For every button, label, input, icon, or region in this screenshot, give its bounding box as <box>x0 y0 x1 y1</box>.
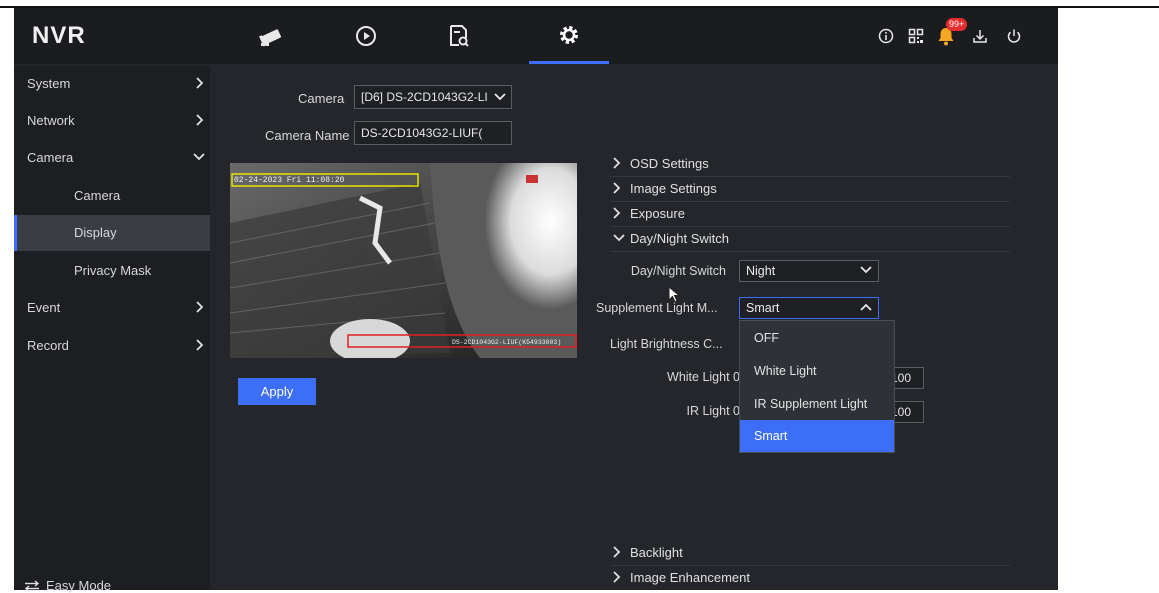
ir-light-label: IR Light 0 <box>634 404 740 418</box>
nvr-logo: NVR <box>32 22 86 49</box>
sidebar-item-label: Camera <box>74 188 121 203</box>
camera-preview: 02-24-2023 Fri 11:08:20 DS-2CD1043G2-LIU… <box>230 163 577 358</box>
camera-icon <box>259 29 282 47</box>
playback-nav[interactable] <box>326 8 406 64</box>
dropdown-option-smart[interactable]: Smart <box>740 420 894 452</box>
section-label: Image Enhancement <box>630 570 750 585</box>
section-osd-settings[interactable]: OSD Settings <box>610 152 1010 177</box>
white-light-label: White Light 0 <box>634 370 740 384</box>
ir-light-text: IR Light <box>686 404 730 418</box>
top-bar: NVR 99+ <box>14 8 1058 64</box>
info-icon <box>878 28 894 44</box>
alarm-button[interactable]: 99+ <box>934 18 968 48</box>
preview-name-overlay: DS-2CD1043G2-LIUF(K54933003) <box>452 339 561 346</box>
download-button[interactable] <box>968 24 992 48</box>
sidebar-item-system[interactable]: System <box>14 66 210 102</box>
supplement-light-mode-label: Supplement Light M... <box>596 301 718 315</box>
chevron-down-icon <box>860 266 872 274</box>
preview-date-overlay: 02-24-2023 Fri 11:08:20 <box>234 176 345 185</box>
chevron-down-icon <box>193 153 205 161</box>
camera-name-field[interactable]: DS-2CD1043G2-LIUF( <box>354 121 512 145</box>
option-label: IR Supplement Light <box>754 397 868 411</box>
sidebar-item-label: Event <box>27 300 61 315</box>
chevron-down-icon <box>613 234 625 242</box>
chevron-up-icon <box>860 303 872 311</box>
option-label: OFF <box>754 331 779 345</box>
apply-button[interactable]: Apply <box>238 378 316 405</box>
info-button[interactable] <box>874 24 898 48</box>
sidebar-item-label: System <box>27 76 71 91</box>
sidebar-item-label: Camera <box>27 150 74 165</box>
sidebar-item-label: Network <box>27 113 75 128</box>
sidebar-subitem-camera[interactable]: Camera <box>14 178 210 214</box>
section-image-settings[interactable]: Image Settings <box>610 177 1010 202</box>
white-light-text: White Light <box>667 370 730 384</box>
camera-name-label: Camera Name <box>265 128 350 143</box>
easy-mode-label: Easy Mode <box>46 578 112 593</box>
section-label: Backlight <box>630 545 683 560</box>
sidebar-item-event[interactable]: Event <box>14 290 210 326</box>
dropdown-option-white-light[interactable]: White Light <box>740 355 894 387</box>
camera-select[interactable]: [D6] DS-2CD1043G2-LI <box>354 85 512 109</box>
sidebar-item-label: Record <box>27 338 69 353</box>
sidebar-subitem-privacy-mask[interactable]: Privacy Mask <box>14 253 210 289</box>
section-exposure[interactable]: Exposure <box>610 202 1010 227</box>
nvr-app-window: NVR 99+ System Network Camera Camera Dis… <box>14 8 1058 593</box>
section-label: Day/Night Switch <box>630 231 729 246</box>
sidebar-item-label: Privacy Mask <box>74 263 152 278</box>
chevron-down-icon <box>494 92 506 102</box>
qr-code-icon <box>908 28 924 44</box>
section-image-enhancement[interactable]: Image Enhancement <box>610 566 1010 590</box>
chevron-right-icon <box>613 207 621 219</box>
day-night-switch-label: Day/Night Switch <box>630 264 726 278</box>
search-file-icon <box>450 25 469 47</box>
select-value: Smart <box>746 301 780 315</box>
day-night-switch-select[interactable]: Night <box>739 260 879 282</box>
easy-mode-button[interactable]: Easy Mode <box>24 578 111 593</box>
chevron-right-icon <box>196 114 204 126</box>
supplement-light-mode-select[interactable]: Smart <box>739 297 879 319</box>
chevron-right-icon <box>613 571 621 583</box>
camera-preview-image: 02-24-2023 Fri 11:08:20 DS-2CD1043G2-LIU… <box>230 163 577 358</box>
light-brightness-control-label: Light Brightness C... <box>610 337 723 351</box>
chevron-right-icon <box>613 182 621 194</box>
mouse-cursor-icon <box>668 286 680 303</box>
option-label: White Light <box>754 364 817 378</box>
section-label: Exposure <box>630 206 685 221</box>
alarm-count-badge: 99+ <box>946 18 968 31</box>
sidebar-item-label: Display <box>74 225 117 240</box>
camera-label: Camera <box>298 91 345 106</box>
dropdown-option-ir-supplement-light[interactable]: IR Supplement Light <box>740 388 894 420</box>
camera-select-value: [D6] DS-2CD1043G2-LI <box>361 90 488 104</box>
settings-nav[interactable] <box>529 8 609 64</box>
chevron-right-icon <box>613 157 621 169</box>
chevron-right-icon <box>196 77 204 89</box>
supplement-light-dropdown: OFF White Light IR Supplement Light Smar… <box>739 320 895 453</box>
camera-name-value: DS-2CD1043G2-LIUF( <box>361 126 483 140</box>
sidebar-subitem-display[interactable]: Display <box>14 215 210 251</box>
chevron-right-icon <box>196 339 204 351</box>
option-label: Smart <box>754 429 788 443</box>
section-label: OSD Settings <box>630 156 709 171</box>
sidebar: System Network Camera Camera Display Pri… <box>14 66 210 593</box>
chevron-right-icon <box>613 546 621 558</box>
settings-icon <box>560 25 578 44</box>
sidebar-item-camera[interactable]: Camera <box>14 140 210 176</box>
dropdown-option-off[interactable]: OFF <box>740 322 894 354</box>
file-search-nav[interactable] <box>419 8 499 64</box>
chevron-right-icon <box>196 301 204 313</box>
section-backlight[interactable]: Backlight <box>610 541 1010 566</box>
download-icon <box>973 30 987 43</box>
power-icon <box>1007 29 1021 43</box>
sidebar-item-network[interactable]: Network <box>14 103 210 139</box>
power-button[interactable] <box>1002 24 1026 48</box>
section-label: Image Settings <box>630 181 717 196</box>
live-view-nav[interactable] <box>232 8 312 64</box>
sidebar-item-record[interactable]: Record <box>14 328 210 364</box>
playback-icon <box>356 26 376 46</box>
section-day-night-switch[interactable]: Day/Night Switch <box>610 227 1010 252</box>
select-value: Night <box>746 264 776 278</box>
qr-code-button[interactable] <box>904 24 928 48</box>
